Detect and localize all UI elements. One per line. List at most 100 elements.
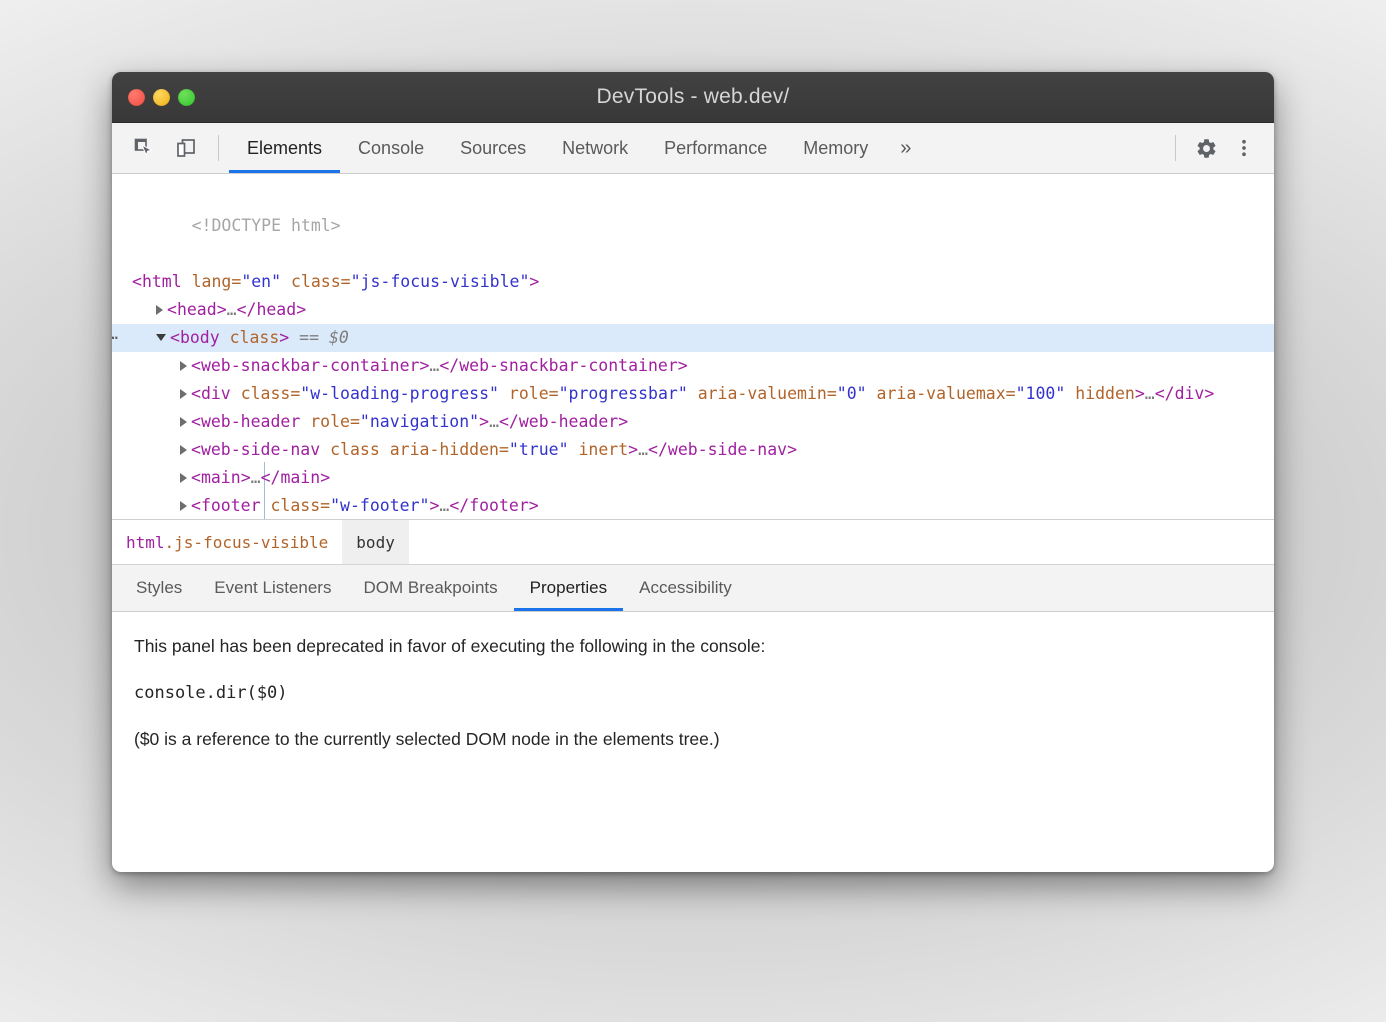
dom-attr-lang-value: "en": [241, 272, 281, 291]
dom-node-doctype-text: <!DOCTYPE html>: [192, 216, 341, 235]
dom-ellipsis: …: [429, 356, 439, 375]
tab-console-label: Console: [358, 138, 424, 159]
dom-tag-snackbar: web-snackbar-container: [201, 356, 420, 375]
breadcrumb-item-body[interactable]: body: [342, 520, 409, 564]
dom-selected-marker: == $0: [299, 328, 349, 347]
dom-tag-web-side-nav: web-side-nav: [201, 440, 320, 459]
dom-ellipsis: …: [439, 496, 449, 515]
expand-triangle-icon[interactable]: [180, 417, 187, 427]
dom-node-loading-progress[interactable]: <div class="w-loading-progress" role="pr…: [112, 380, 1274, 408]
dom-attr-div-class-value: "w-loading-progress": [300, 384, 499, 403]
tab-elements-label: Elements: [247, 138, 322, 159]
tab-event-listeners[interactable]: Event Listeners: [198, 565, 347, 611]
dom-tag-snackbar-close: web-snackbar-container: [459, 356, 678, 375]
dom-tag-div: div: [201, 384, 231, 403]
expand-triangle-icon[interactable]: [156, 305, 163, 315]
dom-ellipsis: …: [1145, 384, 1155, 403]
dom-attr-footer-class: class: [270, 496, 320, 515]
tab-console[interactable]: Console: [340, 123, 442, 173]
tab-sources-label: Sources: [460, 138, 526, 159]
dom-ellipsis: …: [251, 468, 261, 487]
dom-attr-inert: inert: [578, 440, 628, 459]
breadcrumb-html-tag: html: [126, 533, 165, 552]
expand-triangle-icon[interactable]: [180, 445, 187, 455]
dom-attr-header-role: role: [310, 412, 350, 431]
dom-tag-html: html: [142, 272, 182, 291]
dom-tag-web-side-nav-close: web-side-nav: [668, 440, 787, 459]
breadcrumb: html.js-focus-visible body: [112, 520, 1274, 565]
devtools-window: DevTools - web.dev/ El: [112, 72, 1274, 872]
expand-triangle-icon[interactable]: [180, 473, 187, 483]
gear-icon[interactable]: [1188, 130, 1224, 166]
tab-performance[interactable]: Performance: [646, 123, 785, 173]
dollar-zero-footnote: ($0 is a reference to the currently sele…: [134, 729, 1252, 750]
breadcrumb-body-tag: body: [356, 533, 395, 552]
close-window-button[interactable]: [128, 89, 145, 106]
dom-node-doctype[interactable]: <!DOCTYPE html>: [112, 184, 1274, 268]
toolbar-left-icons: [112, 123, 229, 173]
deprecation-notice: This panel has been deprecated in favor …: [134, 636, 1252, 657]
dom-attr-valuemin-value: "0": [837, 384, 867, 403]
toolbar-separator: [218, 135, 219, 161]
tab-network[interactable]: Network: [544, 123, 646, 173]
toolbar-right-icons: [1167, 123, 1274, 173]
dom-tag-body: body: [180, 328, 220, 347]
tab-performance-label: Performance: [664, 138, 767, 159]
kebab-menu-icon[interactable]: [1226, 130, 1262, 166]
tab-styles-label: Styles: [136, 578, 182, 598]
window-titlebar: DevTools - web.dev/: [112, 72, 1274, 123]
maximize-window-button[interactable]: [178, 89, 195, 106]
dom-attr-valuemax-value: "100": [1016, 384, 1066, 403]
tab-accessibility[interactable]: Accessibility: [623, 565, 748, 611]
tab-accessibility-label: Accessibility: [639, 578, 732, 598]
dom-node-web-snackbar-container[interactable]: <web-snackbar-container>…</web-snackbar-…: [112, 352, 1274, 380]
dom-tag-web-header: web-header: [201, 412, 300, 431]
tab-elements[interactable]: Elements: [229, 123, 340, 173]
minimize-window-button[interactable]: [153, 89, 170, 106]
more-tabs-chevron-icon[interactable]: »: [886, 123, 925, 173]
tab-properties[interactable]: Properties: [514, 565, 623, 611]
properties-panel-body: This panel has been deprecated in favor …: [112, 612, 1274, 800]
dom-attr-footer-class-value: "w-footer": [330, 496, 429, 515]
dom-tag-main: main: [201, 468, 241, 487]
expand-triangle-icon[interactable]: [180, 501, 187, 511]
dom-tree-view[interactable]: <!DOCTYPE html> <html lang="en" class="j…: [112, 174, 1274, 520]
console-dir-snippet[interactable]: console.dir($0): [134, 683, 1252, 703]
dom-node-body-open[interactable]: ⋯<body class> == $0: [112, 324, 1274, 352]
dom-node-web-header[interactable]: <web-header role="navigation">…</web-hea…: [112, 408, 1274, 436]
dom-tag-web-header-close: web-header: [519, 412, 618, 431]
expand-triangle-icon[interactable]: [180, 361, 187, 371]
dom-tag-head: head: [177, 300, 217, 319]
dom-attr-div-class: class: [241, 384, 291, 403]
dom-node-main[interactable]: <main>…</main>: [112, 464, 1274, 492]
devtools-toolbar: Elements Console Sources Network Perform…: [112, 123, 1274, 174]
dom-node-footer[interactable]: <footer class="w-footer">…</footer>: [112, 492, 1274, 520]
dom-attr-valuemax: aria-valuemax: [877, 384, 1006, 403]
dom-node-html-open[interactable]: <html lang="en" class="js-focus-visible"…: [112, 268, 1274, 296]
dom-node-web-side-nav[interactable]: <web-side-nav class aria-hidden="true" i…: [112, 436, 1274, 464]
breadcrumb-item-html[interactable]: html.js-focus-visible: [112, 520, 342, 564]
dom-ellipsis: …: [489, 412, 499, 431]
tab-memory[interactable]: Memory: [785, 123, 886, 173]
tab-styles[interactable]: Styles: [120, 565, 198, 611]
dom-attr-valuemin: aria-valuemin: [698, 384, 827, 403]
tab-memory-label: Memory: [803, 138, 868, 159]
dom-tag-footer: footer: [201, 496, 261, 515]
tab-sources[interactable]: Sources: [442, 123, 544, 173]
tab-dom-breakpoints[interactable]: DOM Breakpoints: [347, 565, 513, 611]
dom-node-head[interactable]: <head>…</head>: [112, 296, 1274, 324]
dom-tag-head-close: head: [256, 300, 296, 319]
dom-attr-aria-hidden: aria-hidden: [390, 440, 499, 459]
dom-attr-hidden: hidden: [1075, 384, 1135, 403]
traffic-light-controls: [128, 72, 195, 122]
node-overflow-dots[interactable]: ⋯: [112, 324, 119, 352]
panel-tabs: Elements Console Sources Network Perform…: [229, 123, 1167, 173]
dom-ellipsis: …: [227, 300, 237, 319]
inspect-element-icon[interactable]: [126, 130, 162, 166]
collapse-triangle-icon[interactable]: [156, 334, 166, 341]
device-toolbar-icon[interactable]: [168, 130, 204, 166]
dom-attr-role-value: "progressbar": [559, 384, 688, 403]
expand-triangle-icon[interactable]: [180, 389, 187, 399]
breadcrumb-html-classes: .js-focus-visible: [165, 533, 329, 552]
tab-network-label: Network: [562, 138, 628, 159]
